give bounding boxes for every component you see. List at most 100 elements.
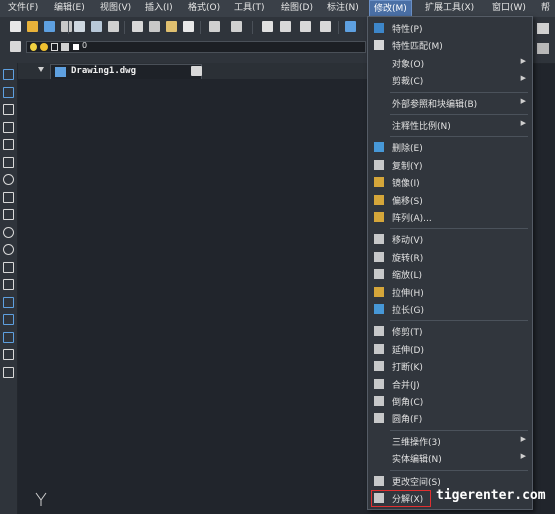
save-icon[interactable] (44, 21, 55, 32)
menu-separator (390, 320, 528, 322)
print-icon[interactable] (74, 21, 85, 32)
arc-icon[interactable] (3, 156, 14, 168)
insert-block-icon[interactable] (3, 261, 14, 273)
menu-11[interactable]: 窗口(W) (492, 0, 526, 17)
side-icon-1[interactable] (537, 23, 549, 34)
drawing-canvas[interactable] (18, 79, 368, 514)
undo-icon[interactable] (209, 21, 220, 32)
menu-item-label: 三维操作(3) (392, 437, 441, 448)
menu-4[interactable]: 插入(I) (145, 0, 173, 17)
modify-menu-item-23[interactable]: 打断(K) (368, 358, 532, 375)
spline-icon[interactable] (3, 209, 14, 220)
modify-menu-item-13[interactable]: 阵列(A)... (368, 209, 532, 226)
modify-menu-item-15[interactable]: 移动(V) (368, 231, 532, 248)
new-file-icon[interactable] (10, 21, 21, 32)
mirror-icon (374, 177, 384, 188)
print-preview-icon[interactable] (91, 21, 102, 32)
submenu-arrow-icon: ▶ (520, 96, 526, 105)
modify-menu-item-1[interactable]: 特性匹配(M) (368, 37, 532, 54)
paste-icon[interactable] (166, 21, 177, 32)
line-icon[interactable] (3, 69, 14, 80)
construction-line-icon[interactable] (3, 86, 14, 98)
copy-clip-icon[interactable] (149, 21, 160, 32)
menu-6[interactable]: 工具(T) (234, 0, 265, 17)
layer-name: 0 (82, 41, 88, 50)
modify-menu-item-19[interactable]: 拉长(G) (368, 301, 532, 318)
hatch-icon[interactable] (3, 314, 14, 325)
ellipse-arc-icon[interactable] (3, 244, 14, 255)
revcloud-icon[interactable] (3, 191, 14, 203)
tab-menu-icon[interactable] (38, 67, 44, 72)
save-as-icon[interactable] (61, 21, 72, 32)
rectangle-icon[interactable] (3, 139, 14, 150)
pan-icon[interactable] (262, 21, 273, 32)
modify-menu-item-2[interactable]: 对象(O) ▶ (368, 55, 532, 72)
layer-manager-icon[interactable] (10, 41, 21, 52)
region-icon[interactable] (3, 331, 14, 343)
match-prop-icon[interactable] (183, 21, 194, 32)
modify-menu-item-5[interactable]: 外部参照和块编辑(B) ▶ (368, 95, 532, 112)
zoom-window-icon[interactable] (300, 21, 311, 32)
menu-item-label: 合并(J) (392, 380, 420, 391)
menu-item-label: 延伸(D) (392, 345, 424, 356)
ellipse-icon[interactable] (3, 226, 14, 238)
modify-menu-item-21[interactable]: 修剪(T) (368, 323, 532, 340)
draw-toolbar (0, 63, 18, 514)
modify-menu-item-9[interactable]: 删除(E) (368, 139, 532, 156)
modify-menu-item-25[interactable]: 倒角(C) (368, 393, 532, 410)
modify-menu-item-10[interactable]: 复制(Y) (368, 157, 532, 174)
modify-menu-item-12[interactable]: 偏移(S) (368, 192, 532, 209)
chamfer-icon (374, 396, 384, 406)
point-icon[interactable] (3, 296, 14, 308)
publish-icon[interactable] (108, 21, 119, 32)
circle-icon[interactable] (3, 174, 14, 185)
modify-menu-item-11[interactable]: 镜像(I) (368, 174, 532, 191)
menu-item-label: 复制(Y) (392, 161, 423, 172)
side-icon-2[interactable] (537, 43, 549, 54)
properties-toolbar-icon[interactable] (345, 21, 356, 32)
menu-item-label: 实体编辑(N) (392, 455, 442, 466)
menu-8[interactable]: 标注(N) (327, 0, 359, 17)
layer-combo[interactable]: 0 (26, 41, 366, 53)
modify-menu-item-7[interactable]: 注释性比例(N) ▶ (368, 117, 532, 134)
modify-menu-item-22[interactable]: 延伸(D) (368, 341, 532, 358)
move-icon (374, 234, 384, 245)
modify-menu-item-0[interactable]: 特性(P) (368, 20, 532, 37)
modify-menu-item-17[interactable]: 缩放(L) (368, 266, 532, 283)
menu-7[interactable]: 绘图(D) (281, 0, 313, 17)
lock-icon (51, 43, 58, 51)
cut-icon[interactable] (132, 21, 143, 32)
modify-menu-item-28[interactable]: 三维操作(3) ▶ (368, 433, 532, 450)
tab-drawing1[interactable]: Drawing1.dwg ✕ (50, 64, 202, 79)
open-file-icon[interactable] (27, 21, 38, 32)
arc-tool-icon[interactable] (3, 104, 14, 115)
menu-item-label: 移动(V) (392, 236, 424, 247)
zoom-realtime-icon[interactable] (280, 21, 291, 32)
menu-9[interactable]: 修改(M) (369, 0, 412, 17)
redo-icon[interactable] (231, 21, 242, 32)
modify-menu-item-24[interactable]: 合并(J) (368, 376, 532, 393)
make-block-icon[interactable] (3, 279, 14, 290)
properties-icon (374, 23, 384, 33)
menu-10[interactable]: 扩展工具(X) (425, 0, 474, 17)
zoom-previous-icon[interactable] (320, 21, 331, 32)
menu-1[interactable]: 文件(F) (8, 0, 38, 17)
submenu-arrow-icon: ▶ (520, 452, 526, 461)
modify-menu-item-26[interactable]: 圆角(F) (368, 410, 532, 427)
polygon-icon[interactable] (3, 121, 14, 133)
menu-item-label: 对象(O) (392, 59, 425, 70)
modify-menu-item-16[interactable]: 旋转(R) (368, 249, 532, 266)
menu-5[interactable]: 格式(O) (188, 0, 220, 17)
menu-3[interactable]: 视图(V) (100, 0, 131, 17)
modify-menu-item-18[interactable]: 拉伸(H) (368, 284, 532, 301)
menu-2[interactable]: 编辑(E) (54, 0, 85, 17)
menu-item-label: 修剪(T) (392, 328, 423, 339)
modify-menu-item-29[interactable]: 实体编辑(N) ▶ (368, 450, 532, 467)
menu-12[interactable]: 帮 (541, 0, 550, 17)
drawing-file-icon (55, 67, 66, 77)
table-icon[interactable] (3, 349, 14, 360)
new-tab-icon[interactable] (191, 66, 202, 76)
menu-item-label: 特性匹配(M) (392, 42, 443, 53)
modify-menu-item-3[interactable]: 剪裁(C) ▶ (368, 72, 532, 89)
mtext-icon[interactable] (3, 366, 14, 378)
